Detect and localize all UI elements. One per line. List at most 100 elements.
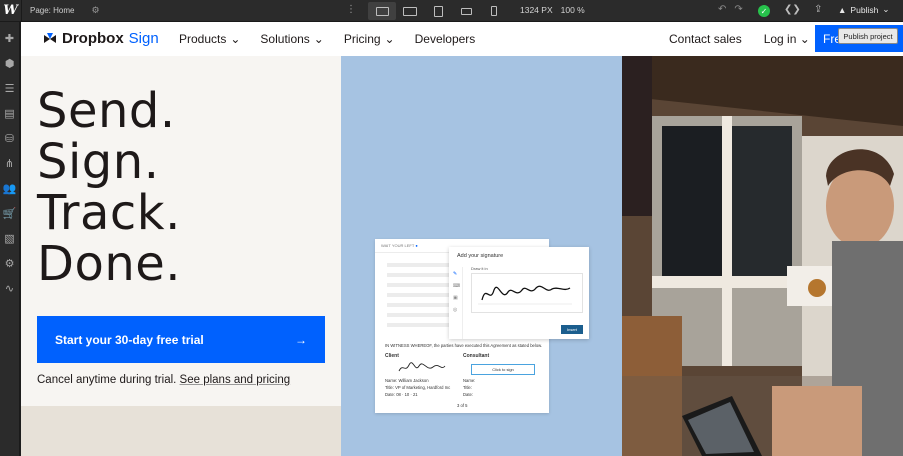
brand-main: Dropbox bbox=[62, 30, 124, 47]
mobile-portrait-breakpoint-button[interactable] bbox=[480, 2, 508, 20]
large-desktop-breakpoint-button[interactable] bbox=[396, 2, 424, 20]
login-label: Log in bbox=[763, 32, 797, 46]
login-link[interactable]: Log in ⌄ bbox=[764, 32, 810, 46]
site-navbar: Dropbox Sign Products ⌄ Solutions ⌄ Pricin… bbox=[21, 22, 903, 56]
mobile-landscape-breakpoint-button[interactable] bbox=[452, 2, 480, 20]
publish-rocket-icon: ▲ bbox=[838, 4, 847, 15]
brand-sub: Sign bbox=[128, 30, 159, 47]
signature-draw-area[interactable] bbox=[471, 273, 583, 313]
site-status-check-icon[interactable]: ✓ bbox=[758, 5, 770, 17]
page-selector[interactable]: Page: Home ⚙ bbox=[22, 5, 100, 16]
nav-developers-label: Developers bbox=[414, 32, 476, 46]
drawn-signature-graphic bbox=[478, 285, 572, 305]
draw-tab-label[interactable]: Draw it in bbox=[471, 266, 488, 271]
tablet-breakpoint-button[interactable] bbox=[424, 2, 452, 20]
start-trial-label: Start your 30-day free trial bbox=[55, 332, 204, 347]
hero-bottom-band bbox=[21, 406, 341, 456]
publish-label: Publish bbox=[850, 4, 879, 15]
signature-modal: Add your signature Draw it in ✎ ⌨ ▣ ◎ In… bbox=[449, 247, 589, 339]
client-signature-graphic bbox=[398, 362, 446, 372]
chevron-down-icon: ⌄ bbox=[313, 32, 324, 46]
doc-name-row: Name: William Jackson bbox=[385, 378, 429, 383]
hero-photo bbox=[622, 56, 903, 456]
click-to-sign-field[interactable]: Click to sign bbox=[471, 364, 535, 375]
start-trial-button[interactable]: Start your 30-day free trial → bbox=[37, 316, 325, 363]
upload-tool-icon[interactable]: ▣ bbox=[453, 295, 462, 301]
code-icon[interactable]: ❮❯ bbox=[784, 4, 801, 15]
nav-developers[interactable]: Developers bbox=[415, 32, 476, 46]
office-photo-illustration bbox=[622, 56, 903, 456]
chevron-down-icon: ⌄ bbox=[384, 32, 395, 46]
info-icon: ● bbox=[415, 243, 418, 248]
editor-top-bar: W Page: Home ⚙ ⋮ 1324 PX 100 % ↶ ↷ ✓ ❮❯ … bbox=[0, 0, 903, 22]
add-elements-icon[interactable]: ✚ bbox=[3, 30, 17, 46]
main-nav-links: Products ⌄ Solutions ⌄ Pricing ⌄ Developers bbox=[179, 32, 475, 46]
tablet-icon bbox=[433, 5, 443, 17]
publish-tooltip: Publish project bbox=[838, 28, 898, 44]
share-icon[interactable]: ⇪ bbox=[814, 4, 822, 15]
hero-left-panel: Send. Sign. Track. Done. Start your 30-d… bbox=[21, 56, 341, 456]
cms-icon[interactable]: ⛁ bbox=[3, 130, 17, 146]
doc-date-value: 08 · 10 · 21 bbox=[396, 392, 418, 397]
ecommerce-icon[interactable]: 🛒 bbox=[3, 205, 17, 221]
desktop-icon bbox=[375, 6, 389, 16]
contact-sales-link[interactable]: Contact sales bbox=[669, 32, 742, 46]
draw-tool-icon[interactable]: ✎ bbox=[453, 271, 462, 277]
nav-products-label: Products bbox=[179, 32, 227, 46]
insert-signature-button[interactable]: Insert bbox=[561, 325, 583, 334]
chevron-down-icon: ⌄ bbox=[882, 4, 890, 14]
site-canvas: Dropbox Sign Products ⌄ Solutions ⌄ Pricin… bbox=[21, 22, 903, 456]
desktop-breakpoint-button[interactable] bbox=[368, 2, 396, 20]
signature-modal-title: Add your signature bbox=[457, 253, 504, 259]
mobile-portrait-icon bbox=[491, 6, 497, 16]
doc-line bbox=[387, 283, 449, 287]
chevron-down-icon: ⌄ bbox=[799, 32, 810, 46]
doc-date-row: Date: 08 · 10 · 21 bbox=[385, 392, 418, 397]
breakpoint-switcher bbox=[368, 2, 508, 20]
audit-icon[interactable]: ∿ bbox=[3, 280, 17, 296]
redo-icon[interactable]: ↷ bbox=[734, 4, 742, 15]
canvas-zoom[interactable]: 100 % bbox=[561, 5, 585, 15]
doc-page-count: 3 of 5 bbox=[457, 403, 468, 408]
doc-client-label: Client bbox=[385, 353, 399, 359]
doc-title-row: Title: VP of Marketing, Hardford Inc bbox=[385, 385, 450, 390]
nav-solutions-label: Solutions bbox=[260, 32, 310, 46]
doc-line bbox=[387, 313, 449, 317]
consultant-title-row: Title: bbox=[463, 385, 472, 390]
headline-line-4: Done. bbox=[37, 236, 182, 292]
more-options-icon[interactable]: ⋮ bbox=[346, 5, 356, 15]
assets-icon[interactable]: ▧ bbox=[3, 230, 17, 246]
webflow-logo[interactable]: W bbox=[0, 0, 22, 22]
webflow-designer-window: W Page: Home ⚙ ⋮ 1324 PX 100 % ↶ ↷ ✓ ❮❯ … bbox=[0, 0, 903, 456]
doc-line bbox=[387, 263, 449, 267]
nav-pricing[interactable]: Pricing ⌄ bbox=[344, 32, 395, 46]
saved-tool-icon[interactable]: ◎ bbox=[453, 307, 462, 313]
logic-icon[interactable]: ⋔ bbox=[3, 155, 17, 171]
nav-solutions[interactable]: Solutions ⌄ bbox=[260, 32, 323, 46]
mobile-landscape-icon bbox=[460, 7, 472, 15]
navigator-icon[interactable]: ☰ bbox=[3, 80, 17, 96]
doc-header-text: WAIT YOUR LEFT bbox=[381, 243, 415, 248]
settings-icon[interactable]: ⚙ bbox=[3, 255, 17, 271]
headline-line-3: Track. bbox=[37, 185, 181, 241]
consultant-date-row: Date: bbox=[463, 392, 474, 397]
cancel-text: Cancel anytime during trial. bbox=[37, 374, 177, 386]
history-controls: ↶ ↷ bbox=[718, 4, 743, 15]
hero-headline: Send. Sign. Track. Done. bbox=[37, 86, 181, 290]
chevron-down-icon: ⌄ bbox=[230, 32, 241, 46]
publish-button[interactable]: ▲ Publish ⌄ bbox=[838, 4, 889, 15]
plans-pricing-link[interactable]: See plans and pricing bbox=[180, 374, 291, 386]
users-icon[interactable]: 👥 bbox=[3, 180, 17, 196]
doc-line bbox=[387, 273, 449, 277]
pages-icon[interactable]: ▤ bbox=[3, 105, 17, 121]
page-settings-icon[interactable]: ⚙ bbox=[91, 5, 99, 16]
dropbox-sign-logo[interactable]: Dropbox Sign bbox=[43, 30, 159, 47]
doc-name-label: Name: bbox=[385, 378, 398, 383]
undo-icon[interactable]: ↶ bbox=[718, 4, 726, 15]
nav-products[interactable]: Products ⌄ bbox=[179, 32, 240, 46]
symbols-icon[interactable]: ⬢ bbox=[3, 55, 17, 71]
doc-line bbox=[387, 303, 449, 307]
doc-line bbox=[387, 293, 449, 297]
keyboard-tool-icon[interactable]: ⌨ bbox=[453, 283, 462, 289]
page-label: Page: Home bbox=[30, 6, 75, 15]
